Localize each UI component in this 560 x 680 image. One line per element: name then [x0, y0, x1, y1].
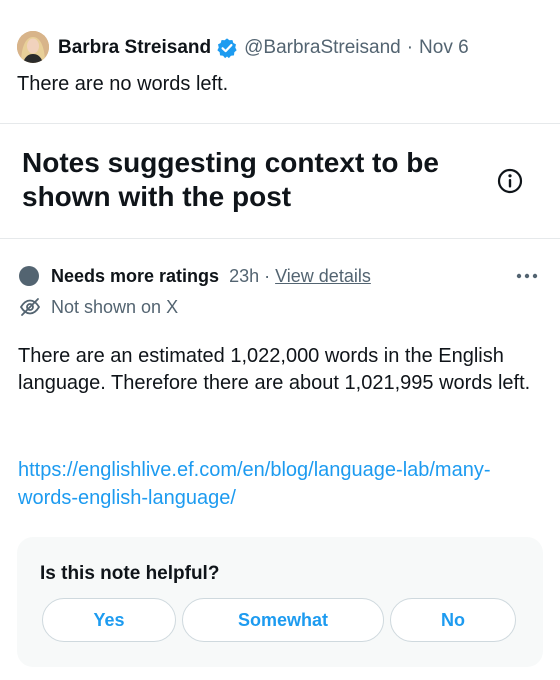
avatar[interactable] [17, 31, 49, 63]
separator-dot: · [406, 37, 414, 58]
info-icon[interactable] [497, 168, 523, 194]
note-status-label: Needs more ratings [51, 265, 220, 286]
divider [0, 123, 560, 124]
more-horizontal-icon[interactable] [514, 264, 540, 288]
post: Barbra Streisand @BarbraStreisand · Nov … [0, 0, 560, 123]
note-text: There are an estimated 1,022,000 words i… [18, 345, 531, 394]
not-shown-label: Not shown on X [51, 296, 179, 317]
author-line: Barbra Streisand @BarbraStreisand · Nov … [58, 34, 469, 62]
divider [0, 238, 560, 239]
author-name[interactable]: Barbra Streisand [58, 37, 211, 59]
verified-badge-icon [217, 38, 237, 59]
note-time: 23h [229, 265, 260, 286]
somewhat-button[interactable]: Somewhat [182, 598, 384, 642]
author-handle[interactable]: @BarbraStreisand [244, 37, 401, 59]
status-dot-icon [19, 266, 39, 286]
view-details-link[interactable]: View details [275, 266, 371, 287]
source-link[interactable]: https://englishlive.ef.com/en/blog/langu… [18, 456, 528, 512]
yes-button[interactable]: Yes [42, 598, 176, 642]
avatar-photo-icon [17, 31, 49, 63]
helpful-question: Is this note helpful? [40, 563, 220, 584]
note-status-row: Needs more ratings 23h · View details [19, 264, 371, 288]
post-text: There are no words left. [17, 73, 229, 95]
no-button[interactable]: No [390, 598, 516, 642]
post-date[interactable]: Nov 6 [419, 37, 469, 59]
not-shown-row: Not shown on X [19, 296, 178, 318]
separator-dot: · [264, 265, 271, 286]
helpful-rating-panel: Is this note helpful? Yes Somewhat No [17, 537, 543, 667]
notes-section-title: Notes suggesting context to be shown wit… [22, 147, 439, 212]
eye-off-icon [19, 298, 41, 316]
